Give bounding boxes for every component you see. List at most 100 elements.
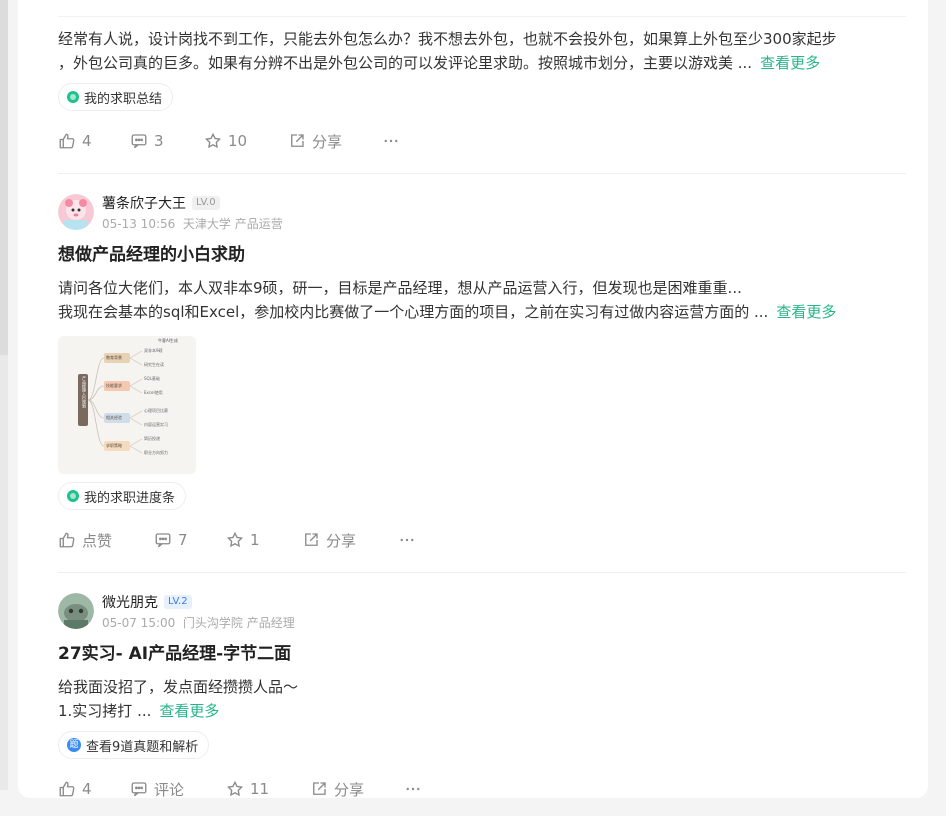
mindmap-leaf-label: 双非本9硕 (144, 348, 163, 353)
more-options-button[interactable] (404, 780, 422, 798)
topic-tag-icon (67, 490, 79, 502)
topic-tag-label: 查看9道真题和解析 (86, 739, 199, 755)
left-scroll-thumb[interactable] (0, 0, 8, 355)
share-button[interactable]: 分享 (288, 131, 382, 152)
mindmap-branch-label: 求职策略 (106, 443, 122, 448)
comment-icon (155, 533, 171, 548)
star-icon (226, 531, 244, 548)
comment-icon (131, 782, 147, 797)
mindmap-leaf-label: Excel使用 (144, 390, 163, 395)
mindmap-branch-label: 相关经验 (106, 415, 122, 420)
mindmap-leaf-label: 研究生在读 (144, 362, 164, 367)
author-role: 产品运营 (234, 216, 283, 231)
post-body[interactable]: 经常有人说，设计岗找不到工作，只能去外包怎么办？我不想去外包，也就不会投外包，如… (58, 27, 906, 75)
favorite-button[interactable]: 11 (226, 780, 310, 798)
avatar[interactable] (58, 194, 94, 230)
like-button[interactable]: 4 (58, 132, 130, 150)
question-bank-tag[interactable]: 题 查看9道真题和解析 (58, 731, 210, 759)
question-icon: 题 (67, 738, 81, 752)
post-actions: 4 3 10 分享 (58, 121, 906, 161)
topic-tag[interactable]: 我的求职进度条 (58, 482, 187, 510)
author-name-row: 微光朋克 LV.2 (102, 592, 295, 612)
feed-post[interactable]: 薯条欣子大王 LV.0 05-13 10:56 天津大学 产品运营 想做产品经理… (58, 174, 906, 573)
mindmap-leaf-label: SQL基础 (144, 376, 160, 381)
mindmap-branch-label: 技能要求 (106, 383, 122, 388)
topic-tag-label: 我的求职总结 (84, 91, 163, 107)
author-name-row: 薯条欣子大王 LV.0 (102, 193, 283, 213)
mindmap-leaf-label: 职业方向努力 (144, 450, 168, 455)
level-badge: LV.2 (164, 594, 192, 609)
topic-tag-label: 我的求职进度条 (84, 490, 176, 506)
favorite-button[interactable]: 1 (226, 531, 302, 549)
see-more-link[interactable]: 查看更多 (760, 54, 820, 72)
ellipsis-icon (384, 139, 398, 143)
post-author: 薯条欣子大王 LV.0 05-13 10:56 天津大学 产品运营 (58, 192, 906, 232)
post-body-line: 请问各位大佬们，本人双非本9硕，研一，目标是产品经理，想从产品运营入行，但发现也… (58, 279, 742, 297)
ellipsis-icon (400, 538, 414, 542)
see-more-link[interactable]: 查看更多 (776, 303, 836, 321)
comment-label: 评论 (154, 780, 185, 799)
avatar[interactable] (58, 593, 94, 629)
post-meta: 05-13 10:56 天津大学 产品运营 (102, 215, 283, 232)
like-button[interactable]: 点赞 (58, 530, 154, 551)
more-options-button[interactable] (398, 531, 416, 549)
author-name[interactable]: 薯条欣子大王 (102, 193, 186, 213)
share-label: 分享 (312, 132, 343, 151)
post-body-line: 经常有人说，设计岗找不到工作，只能去外包怎么办？我不想去外包，也就不会投外包，如… (58, 30, 837, 48)
comment-count: 3 (154, 132, 164, 150)
comment-count: 7 (178, 531, 188, 549)
favorite-button[interactable]: 10 (204, 132, 288, 150)
comment-icon (131, 134, 147, 149)
like-button[interactable]: 4 (58, 780, 130, 798)
post-title[interactable]: 想做产品经理的小白求助 (58, 242, 906, 268)
post-body[interactable]: 请问各位大佬们，本人双非本9硕，研一，目标是产品经理，想从产品运营入行，但发现也… (58, 276, 906, 324)
share-icon (313, 782, 326, 795)
share-button[interactable]: 分享 (302, 530, 398, 551)
topic-tag-icon (67, 91, 79, 103)
post-body-line: 1.实习拷打 ... 查看更多 (58, 702, 220, 720)
level-badge: LV.0 (192, 195, 220, 210)
post-meta: 05-07 15:00 门头沟学院 产品经理 (102, 614, 295, 631)
post-body-line: 我现在会基本的sql和Excel，参加校内比赛做了一个心理方面的项目，之前在实习… (58, 303, 837, 321)
author-role: 产品经理 (246, 615, 295, 630)
mindmap-leaf-label: 心理项目比赛 (144, 408, 168, 413)
like-label: 点赞 (82, 531, 113, 550)
share-icon (291, 134, 304, 147)
post-title-cut (58, 0, 906, 17)
post-actions: 点赞 7 1 分享 (58, 520, 906, 560)
more-options-button[interactable] (382, 132, 400, 150)
like-count: 4 (82, 780, 92, 798)
post-time: 05-13 10:56 (102, 216, 176, 231)
see-more-link[interactable]: 查看更多 (159, 702, 219, 720)
feed-post[interactable]: 微光朋克 LV.2 05-07 15:00 门头沟学院 产品经理 27实习- A… (58, 573, 906, 809)
like-count: 4 (82, 132, 92, 150)
feed-post[interactable]: 经常有人说，设计岗找不到工作，只能去外包怎么办？我不想去外包，也就不会投外包，如… (58, 0, 906, 174)
thumbs-up-icon (59, 133, 75, 149)
post-title[interactable]: 27实习- AI产品经理-字节二面 (58, 641, 906, 667)
comment-button[interactable]: 7 (154, 531, 226, 549)
mindmap-branch-label: 教育背景 (106, 355, 122, 360)
mindmap-badge: 牛客AI生成 (158, 338, 178, 343)
share-label: 分享 (334, 780, 365, 799)
favorite-count: 10 (228, 132, 248, 150)
author-school: 门头沟学院 (182, 615, 243, 630)
post-image-mindmap[interactable]: 牛客AI生成 产品经理入行规划 教育背景 技能要求 相关经验 求职策略 双非本9… (58, 336, 196, 474)
post-actions: 4 评论 11 分享 (58, 769, 906, 809)
favorite-count: 1 (250, 531, 260, 549)
author-name[interactable]: 微光朋克 (102, 592, 158, 612)
mindmap-leaf-label: 简历投递 (144, 436, 160, 441)
mindmap-leaf-label: 内容运营实习 (144, 422, 168, 427)
share-button[interactable]: 分享 (310, 779, 404, 800)
mindmap-root-label: 产品经理入行规划 (82, 376, 87, 408)
feed-list: 经常有人说，设计岗找不到工作，只能去外包怎么办？我不想去外包，也就不会投外包，如… (58, 0, 906, 809)
comment-button[interactable]: 3 (130, 132, 204, 150)
share-icon (305, 533, 318, 546)
author-info: 微光朋克 LV.2 05-07 15:00 门头沟学院 产品经理 (102, 592, 295, 631)
post-body-line: 给我面没招了，发点面经攒攒人品～ (58, 678, 299, 696)
post-body[interactable]: 给我面没招了，发点面经攒攒人品～ 1.实习拷打 ... 查看更多 (58, 675, 906, 723)
comment-button[interactable]: 评论 (130, 779, 226, 800)
topic-tag[interactable]: 我的求职总结 (58, 83, 174, 111)
star-icon (204, 132, 222, 149)
post-author: 微光朋克 LV.2 05-07 15:00 门头沟学院 产品经理 (58, 591, 906, 631)
post-body-line: ，外包公司真的巨多。如果有分辨不出是外包公司的可以发评论里求助。按照城市划分，主… (58, 54, 821, 72)
